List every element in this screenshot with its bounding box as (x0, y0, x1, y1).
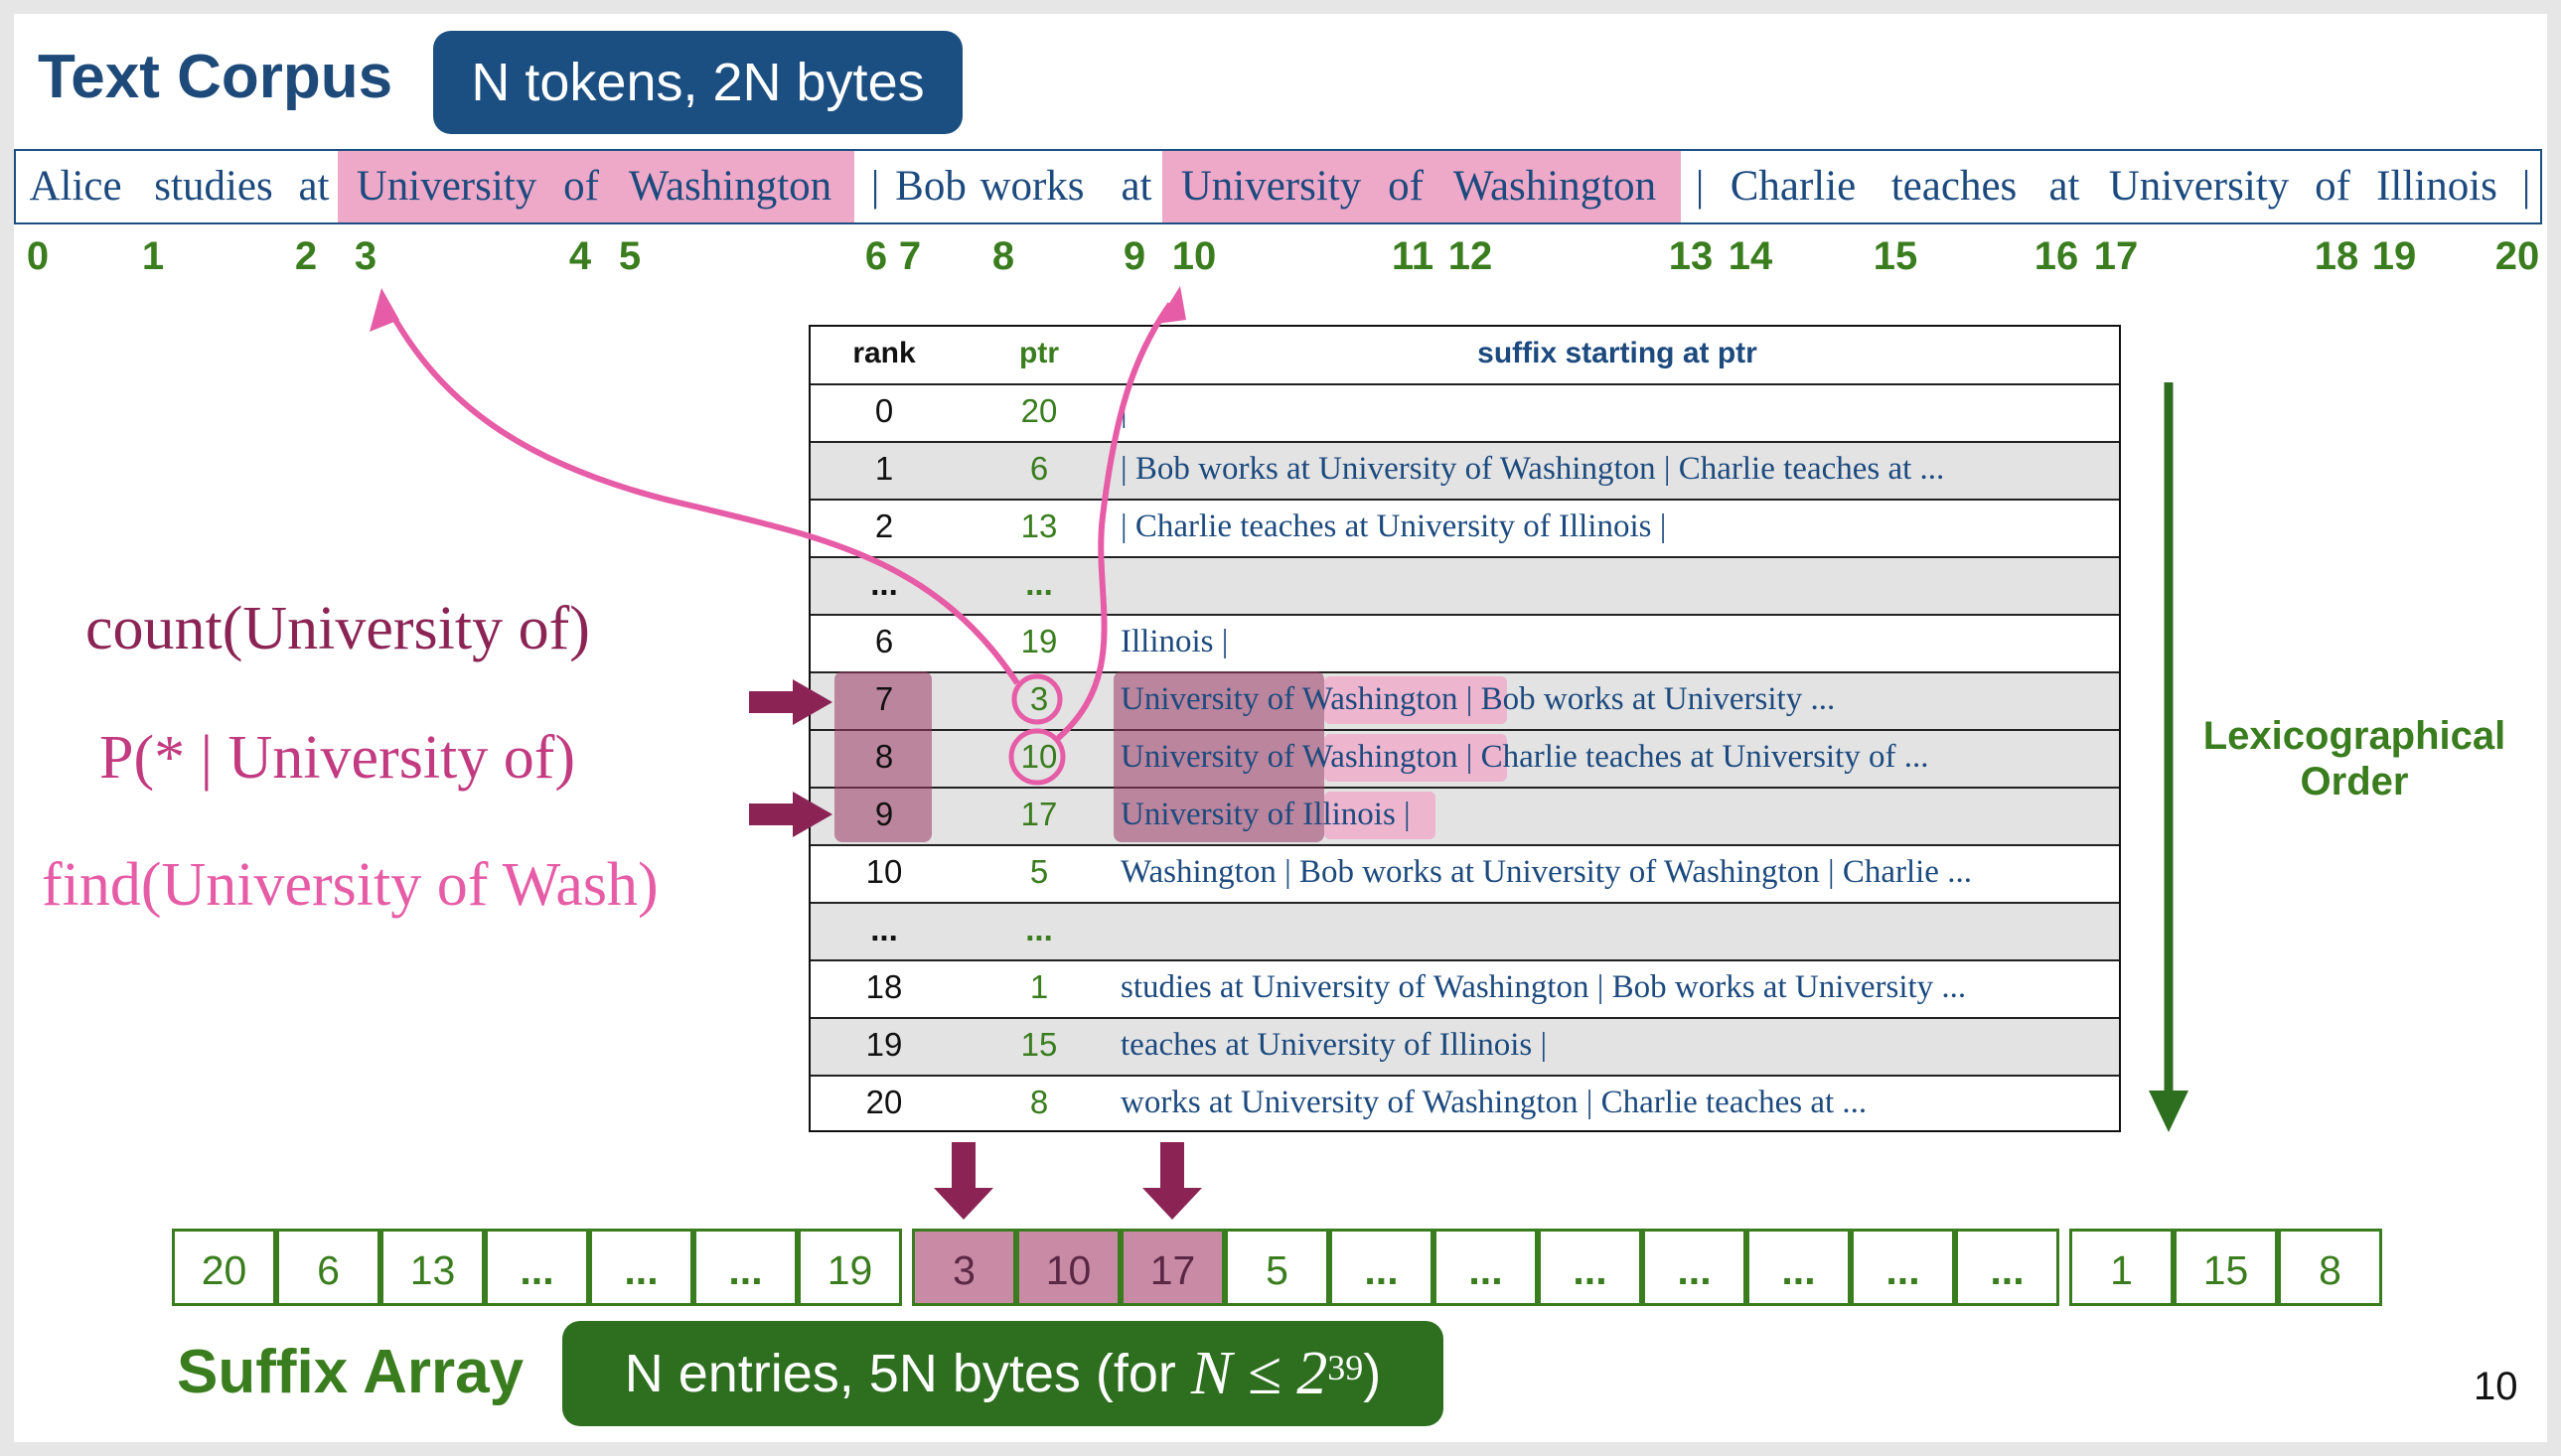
sa-start-arrow (934, 1142, 993, 1220)
pointer-arrow-head-3 (370, 288, 399, 332)
row-9-arrow (749, 792, 832, 837)
pointer-arrow-head-10 (1156, 286, 1186, 324)
pointer-arrow-to-10 (1053, 302, 1173, 744)
sa-end-arrow (1142, 1142, 1202, 1220)
row-7-arrow (749, 679, 832, 725)
pointer-arrow-to-3 (384, 304, 1020, 685)
lex-order-arrow-head (2149, 1091, 2188, 1132)
diagram-overlay (370, 286, 2188, 1220)
ptr-3-circle (1011, 673, 1063, 725)
